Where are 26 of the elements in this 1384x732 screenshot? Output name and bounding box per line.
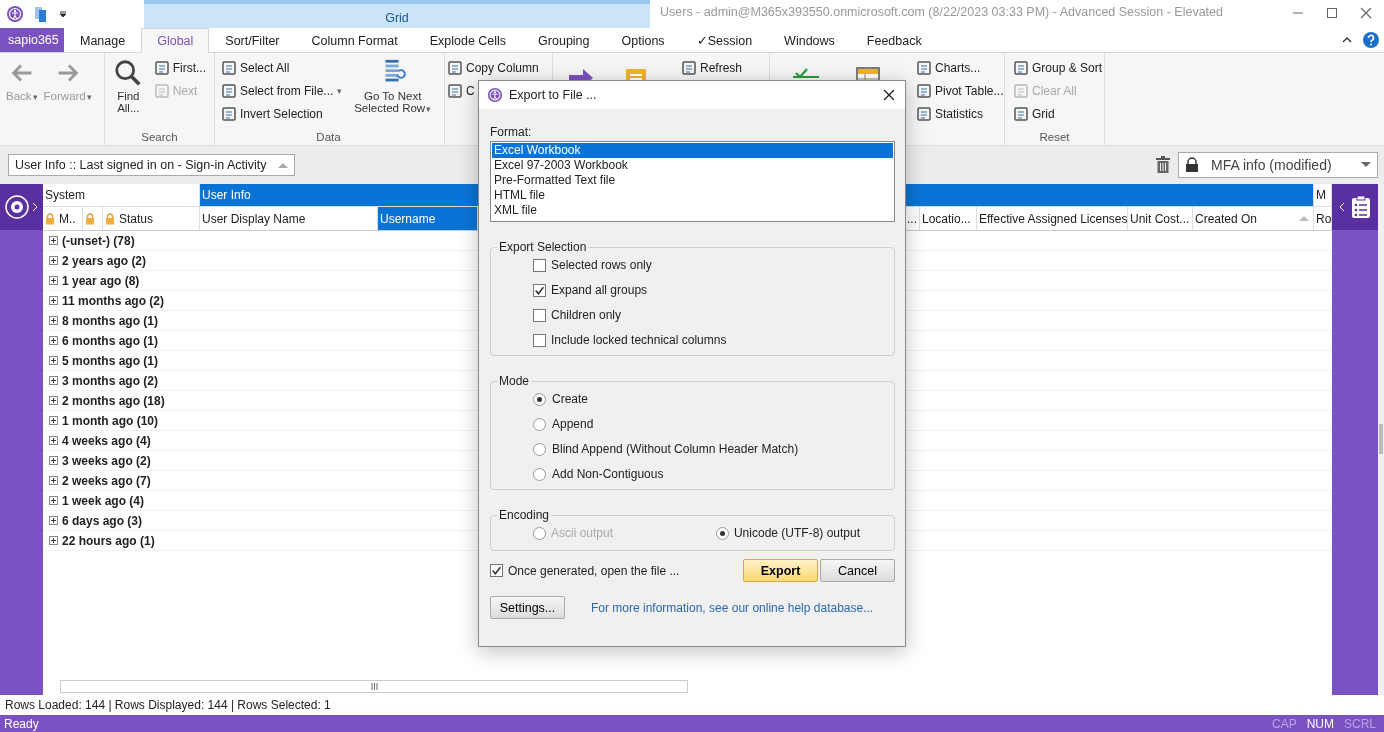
checkbox-label: Once generated, open the file ... <box>508 563 680 578</box>
panel-title: Encoding <box>498 508 551 522</box>
radio-label: Add Non-Contiguous <box>552 467 664 481</box>
ribbon-group-label: Search <box>141 131 178 143</box>
ribbon-group-label: Data <box>316 131 341 143</box>
contextual-tab-label: Grid <box>385 11 409 25</box>
format-label: Format: <box>490 125 533 139</box>
checkbox-label: Children only <box>551 308 622 322</box>
key-indicator: SCRL <box>1344 716 1376 731</box>
ribbon-group-label: Reset <box>1039 131 1070 143</box>
key-indicator: CAP <box>1271 716 1297 731</box>
checkbox-label: Expand all groups <box>551 283 648 297</box>
status-text: Ready <box>4 716 39 731</box>
radio-label: Create <box>552 392 589 406</box>
radio-label: Ascii output <box>551 526 614 540</box>
radio-label: Unicode (UTF-8) output <box>733 526 860 540</box>
checkbox-label: Include locked technical columns <box>551 333 727 347</box>
dialog-title: Export to File ... <box>509 88 597 102</box>
panel-title: Export Selection <box>498 240 588 254</box>
window-title: Users - admin@M365x393550.onmicrosoft.com (8/22/2023 03:33 PM) - Advanced Session - Elevated <box>659 4 1223 21</box>
checkbox-label: Selected rows only <box>551 258 652 272</box>
radio-label: Blind Append (Without Column Header Match) <box>552 442 799 456</box>
panel-title: Mode <box>498 374 531 388</box>
row-count-status: Rows Loaded: 144 | Rows Displayed: 144 | Rows Selected: 1 <box>5 698 331 712</box>
radio-label: Append <box>552 417 594 431</box>
key-indicator: NUM <box>1306 716 1334 731</box>
